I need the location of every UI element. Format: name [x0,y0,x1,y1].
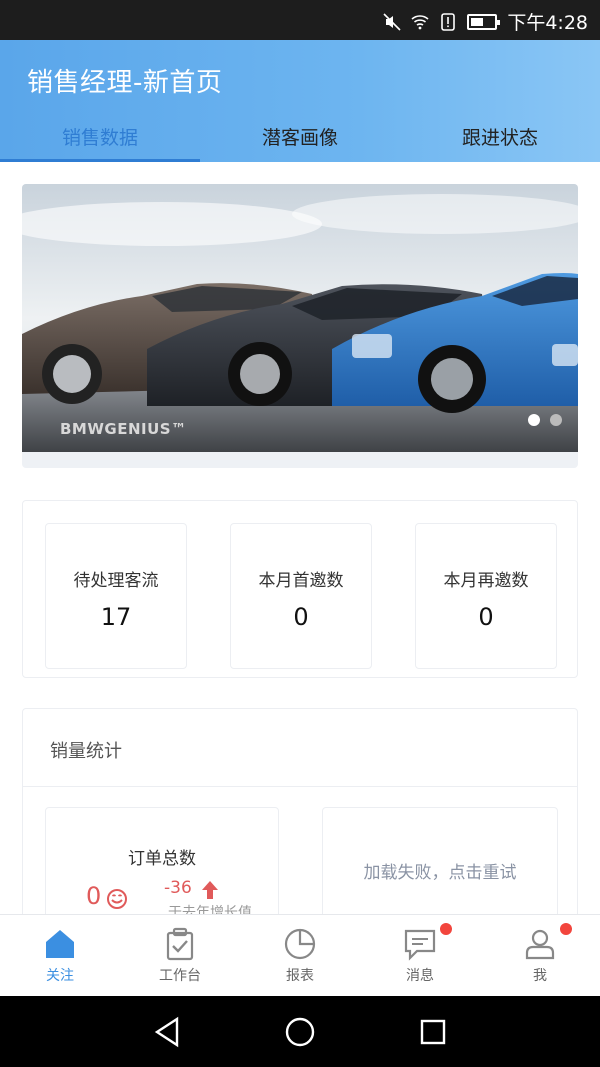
load-failed-box[interactable]: 加载失败，点击重试 [322,807,558,914]
order-total-value: 0 [86,882,102,910]
sales-statistics-card: 销量统计 订单总数 0 -36 于去年增长值 加载失败，点击重试 [22,708,578,914]
order-delta-note: 于去年增长值 [168,905,252,914]
home-button-icon[interactable] [284,1016,316,1048]
stats-card: 待处理客流 17 本月首邀数 0 本月再邀数 0 [22,500,578,678]
stat-value: 17 [100,603,132,631]
stat-value: 0 [478,603,494,631]
tab-prospect-profile[interactable]: 潜客画像 [200,118,400,162]
app-header: 销售经理-新首页 销售数据 潜客画像 跟进状态 [0,40,600,162]
stat-label: 本月再邀数 [443,571,529,591]
nav-item-me[interactable]: 我 [480,915,600,996]
pie-chart-icon [284,928,316,960]
back-icon[interactable] [153,1016,183,1048]
recents-icon[interactable] [418,1016,448,1048]
retry-text[interactable]: 加载失败，点击重试 [323,858,557,883]
nav-label: 关注 [46,968,74,984]
banner-image: BMWGENIUS™ [22,184,578,452]
nav-item-follow[interactable]: 关注 [0,915,120,996]
carousel-dot-2[interactable] [550,414,562,426]
wifi-icon [411,14,429,29]
message-icon [404,929,436,961]
clipboard-icon [166,927,194,961]
notification-badge [440,923,452,935]
tab-sales-data[interactable]: 销售数据 [0,118,200,162]
page-title: 销售经理-新首页 [27,68,223,98]
arrow-up-icon [202,881,218,899]
main-content: BMWGENIUS™ 待处理客流 17 本月首邀数 0 本月再邀数 0 销量统计… [0,162,600,914]
tab-follow-up-status[interactable]: 跟进状态 [400,118,600,162]
nav-label: 我 [533,968,547,984]
stat-pending-traffic[interactable]: 待处理客流 17 [45,523,187,669]
mute-icon [383,12,401,31]
stat-first-invites[interactable]: 本月首邀数 0 [230,523,372,669]
nav-item-workbench[interactable]: 工作台 [120,915,240,996]
bottom-nav: 关注 工作台 报表 消息 我 [0,914,600,996]
stat-label: 待处理客流 [73,571,159,591]
banner-carousel[interactable]: BMWGENIUS™ [22,184,578,468]
order-delta-value: -36 [164,878,192,898]
alert-sim-icon [441,12,456,31]
stat-re-invites[interactable]: 本月再邀数 0 [415,523,557,669]
carousel-dot-1[interactable] [528,414,540,426]
stat-label: 本月首邀数 [258,571,344,591]
battery-icon [467,13,501,30]
nav-item-messages[interactable]: 消息 [360,915,480,996]
tab-bar: 销售数据 潜客画像 跟进状态 [0,118,600,162]
clock: 下午4:28 [507,12,588,34]
status-bar: 下午4:28 [0,0,600,40]
divider [23,786,577,787]
home-icon [46,930,74,958]
banner-brand-text: BMWGENIUS™ [60,420,187,438]
order-total-label: 订单总数 [128,849,196,869]
system-nav-bar [0,996,600,1067]
section-title: 销量统计 [50,741,122,762]
nav-item-reports[interactable]: 报表 [240,915,360,996]
nav-label: 消息 [406,968,434,984]
user-icon [525,929,555,960]
smile-icon [107,889,127,909]
stat-value: 0 [293,603,309,631]
notification-badge [560,923,572,935]
carousel-indicator [528,414,562,426]
order-total-box[interactable]: 订单总数 0 -36 于去年增长值 [45,807,279,914]
nav-label: 工作台 [159,968,201,984]
nav-label: 报表 [286,968,314,984]
